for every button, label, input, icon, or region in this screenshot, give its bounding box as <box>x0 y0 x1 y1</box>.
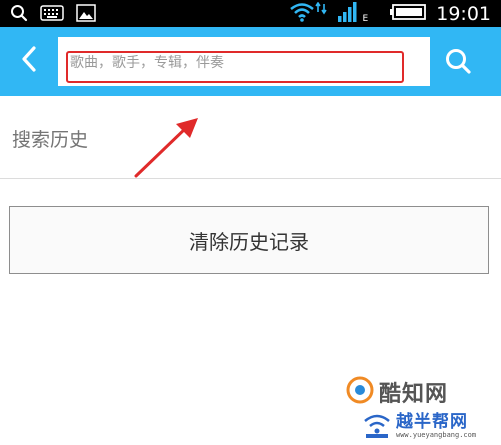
watermark-primary-text: 酷知网 <box>379 382 449 407</box>
keyboard-icon <box>40 5 64 25</box>
wifi-icon <box>289 2 315 26</box>
clear-history-button[interactable]: 清除历史记录 <box>9 206 489 274</box>
divider <box>0 178 501 179</box>
watermark-wifi-icon <box>362 409 392 443</box>
search-box[interactable] <box>58 37 430 86</box>
watermark-primary: 酷知网 <box>345 375 448 409</box>
search-header <box>0 27 501 96</box>
search-history-title: 搜索历史 <box>12 129 89 151</box>
status-bar: E 19:01 <box>0 0 501 27</box>
data-transfer-icon <box>314 1 327 26</box>
back-button[interactable] <box>12 44 46 78</box>
search-icon <box>444 47 472 79</box>
network-type-label: E <box>362 14 369 24</box>
clock: 19:01 <box>436 3 491 25</box>
signal-icon <box>337 2 359 26</box>
image-icon <box>76 4 96 26</box>
status-bar-left <box>10 4 96 26</box>
watermark-secondary: 越半帮网 www.yueyangbang.com <box>360 405 500 443</box>
watermark-url: www.yueyangbang.com <box>396 431 477 439</box>
chevron-left-icon <box>19 45 39 77</box>
watermark-secondary-text: 越半帮网 <box>396 412 468 432</box>
search-button[interactable] <box>440 45 476 81</box>
battery-icon <box>390 3 427 25</box>
status-bar-right: E 19:01 <box>289 1 491 26</box>
search-icon <box>10 4 28 26</box>
annotation-arrow-icon <box>130 112 210 186</box>
watermark-logo-icon <box>345 375 375 409</box>
search-input[interactable] <box>70 49 396 77</box>
